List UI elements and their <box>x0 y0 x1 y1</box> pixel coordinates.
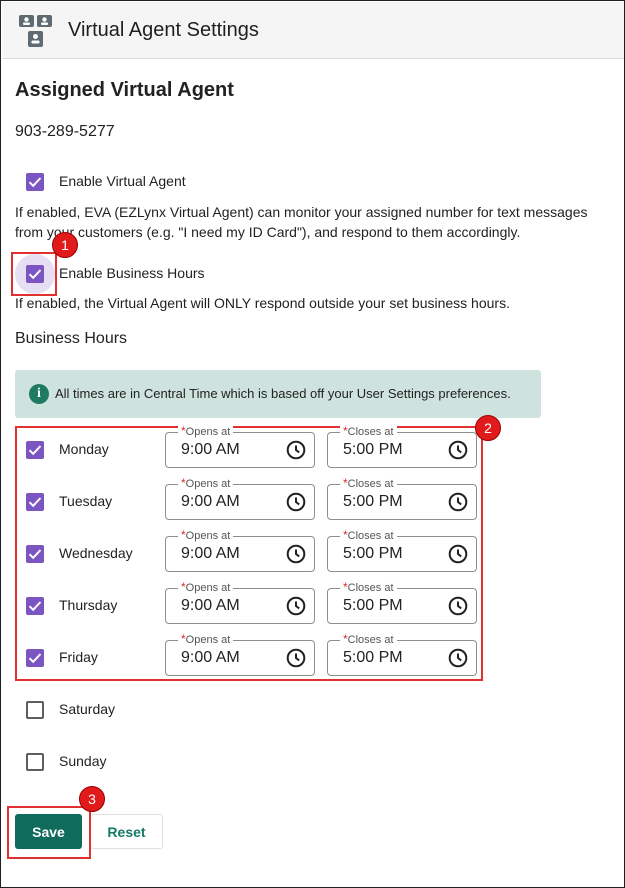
clock-icon[interactable] <box>286 492 306 512</box>
field-label: *Closes at <box>340 425 397 439</box>
opens-time-value: 9:00 AM <box>181 649 240 666</box>
field-label: *Opens at <box>178 425 234 439</box>
enable-virtual-agent-description: If enabled, EVA (EZLynx Virtual Agent) c… <box>15 202 587 242</box>
day-label: Thursday <box>59 597 118 613</box>
wednesday-checkbox[interactable] <box>26 545 44 563</box>
annotation-badge-1: 1 <box>52 232 78 258</box>
closes-time-value: 5:00 PM <box>343 649 403 666</box>
check-icon <box>28 445 42 456</box>
assigned-phone-number: 903-289-5277 <box>15 123 115 140</box>
check-icon <box>28 549 42 560</box>
check-icon <box>28 177 42 188</box>
annotation-box-3 <box>7 806 91 859</box>
field-label: *Closes at <box>340 581 397 595</box>
field-label: *Closes at <box>340 633 397 647</box>
thursday-opens-field[interactable]: *Opens at 9:00 AM <box>165 581 315 624</box>
annotation-badge-3: 3 <box>79 786 105 812</box>
clock-icon[interactable] <box>448 492 468 512</box>
monday-closes-field[interactable]: *Closes at 5:00 PM <box>327 425 477 468</box>
clock-icon[interactable] <box>448 544 468 564</box>
enable-business-hours-description: If enabled, the Virtual Agent will ONLY … <box>15 295 510 311</box>
wednesday-closes-field[interactable]: *Closes at 5:00 PM <box>327 529 477 572</box>
enable-virtual-agent-checkbox[interactable] <box>26 173 44 191</box>
clock-icon[interactable] <box>448 440 468 460</box>
field-label: *Opens at <box>178 477 234 491</box>
opens-time-value: 9:00 AM <box>181 441 240 458</box>
thursday-closes-field[interactable]: *Closes at 5:00 PM <box>327 581 477 624</box>
opens-time-value: 9:00 AM <box>181 493 240 510</box>
check-icon <box>28 601 42 612</box>
settings-panel: Virtual Agent Settings Assigned Virtual … <box>0 0 625 888</box>
day-label: Wednesday <box>59 545 133 561</box>
clock-icon[interactable] <box>286 648 306 668</box>
closes-time-value: 5:00 PM <box>343 545 403 562</box>
day-label: Tuesday <box>59 493 113 509</box>
description-line: If enabled, EVA (EZLynx Virtual Agent) c… <box>15 204 588 220</box>
clock-icon[interactable] <box>448 648 468 668</box>
closes-time-value: 5:00 PM <box>343 597 403 614</box>
timezone-info-text: All times are in Central Time which is b… <box>55 386 511 401</box>
field-label: *Closes at <box>340 529 397 543</box>
enable-business-hours-label: Enable Business Hours <box>59 265 205 281</box>
reset-button[interactable]: Reset <box>90 814 163 849</box>
tuesday-closes-field[interactable]: *Closes at 5:00 PM <box>327 477 477 520</box>
agent-chat-icon <box>19 15 52 47</box>
field-label: *Opens at <box>178 529 234 543</box>
closes-time-value: 5:00 PM <box>343 493 403 510</box>
info-icon: i <box>29 384 49 404</box>
annotation-box-1 <box>11 252 57 296</box>
enable-virtual-agent-label: Enable Virtual Agent <box>59 173 186 189</box>
saturday-checkbox[interactable] <box>26 701 44 719</box>
day-label: Monday <box>59 441 109 457</box>
monday-opens-field[interactable]: *Opens at 9:00 AM <box>165 425 315 468</box>
tuesday-opens-field[interactable]: *Opens at 9:00 AM <box>165 477 315 520</box>
field-label: *Opens at <box>178 581 234 595</box>
assigned-agent-heading: Assigned Virtual Agent <box>15 79 234 101</box>
clock-icon[interactable] <box>286 544 306 564</box>
tuesday-checkbox[interactable] <box>26 493 44 511</box>
field-label: *Opens at <box>178 633 234 647</box>
friday-closes-field[interactable]: *Closes at 5:00 PM <box>327 633 477 676</box>
check-icon <box>28 497 42 508</box>
business-hours-title: Business Hours <box>15 330 128 347</box>
friday-opens-field[interactable]: *Opens at 9:00 AM <box>165 633 315 676</box>
opens-time-value: 9:00 AM <box>181 545 240 562</box>
thursday-checkbox[interactable] <box>26 597 44 615</box>
clock-icon[interactable] <box>286 596 306 616</box>
day-label: Saturday <box>59 701 116 717</box>
clock-icon[interactable] <box>286 440 306 460</box>
monday-checkbox[interactable] <box>26 441 44 459</box>
timezone-info-banner: i All times are in Central Time which is… <box>15 370 541 418</box>
panel-header: Virtual Agent Settings <box>2 2 624 59</box>
field-label: *Closes at <box>340 477 397 491</box>
sunday-checkbox[interactable] <box>26 753 44 771</box>
opens-time-value: 9:00 AM <box>181 597 240 614</box>
page-title: Virtual Agent Settings <box>68 19 259 41</box>
closes-time-value: 5:00 PM <box>343 441 403 458</box>
clock-icon[interactable] <box>448 596 468 616</box>
friday-checkbox[interactable] <box>26 649 44 667</box>
day-label: Sunday <box>59 753 107 769</box>
check-icon <box>28 653 42 664</box>
annotation-badge-2: 2 <box>475 415 501 441</box>
wednesday-opens-field[interactable]: *Opens at 9:00 AM <box>165 529 315 572</box>
description-line: from your customers (e.g. "I need my ID … <box>15 224 521 240</box>
day-label: Friday <box>59 649 98 665</box>
